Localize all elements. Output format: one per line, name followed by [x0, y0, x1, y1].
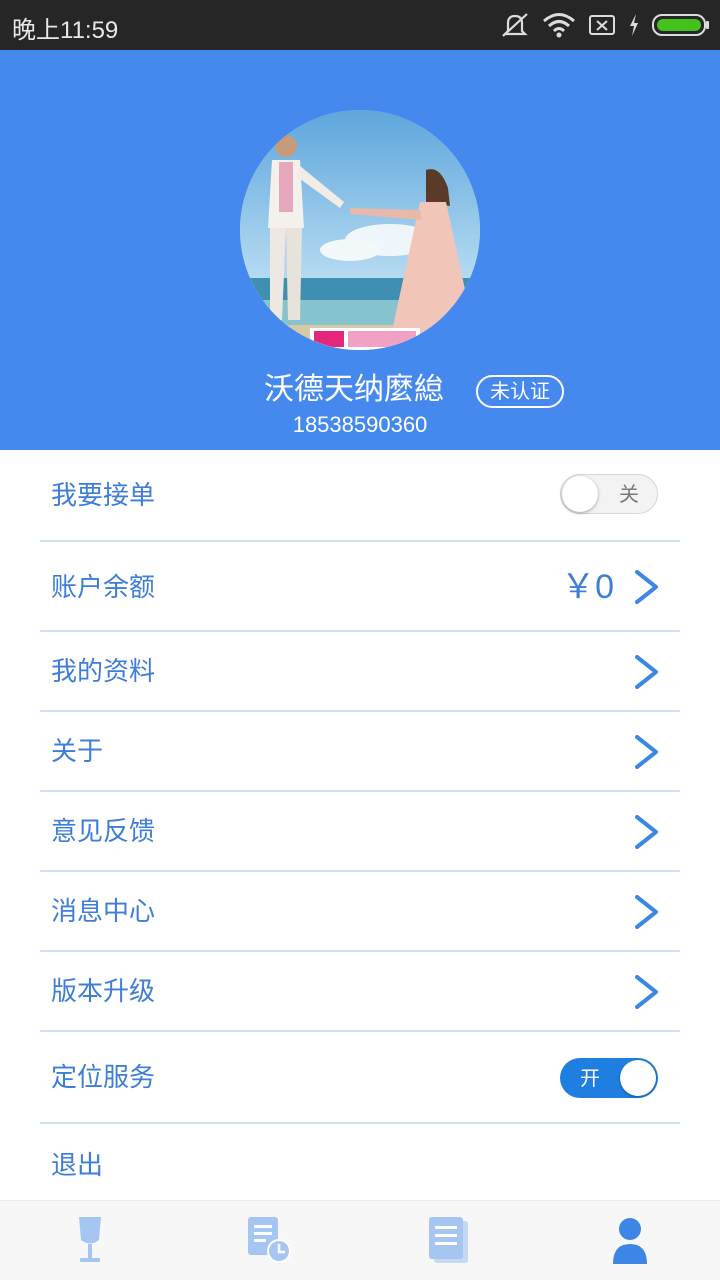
menu-item-feedback[interactable]: 意见反馈	[40, 792, 680, 872]
user-info-row: 沃德天纳麼緿 未认证	[0, 368, 720, 412]
wine-glass-icon	[79, 1217, 101, 1262]
bottom-nav	[0, 1200, 720, 1280]
verify-status-badge[interactable]: 未认证	[476, 375, 564, 408]
wedding-photo-avatar	[240, 110, 480, 350]
menu-item-logout[interactable]: 退出	[40, 1124, 680, 1200]
menu-label: 版本升级	[51, 977, 156, 1007]
status-time: 晚上11:59	[12, 17, 119, 44]
chevron-right-icon	[635, 570, 658, 604]
location-toggle[interactable]: 开	[560, 1058, 658, 1098]
menu-item-balance[interactable]: 账户余额 ￥0	[40, 542, 680, 632]
menu-item-messages[interactable]: 消息中心	[40, 872, 680, 952]
nav-tab-documents[interactable]	[360, 1201, 540, 1281]
mute-icon	[502, 13, 528, 37]
menu-label: 定位服务	[51, 1063, 156, 1093]
menu-item-location: 定位服务 开	[40, 1032, 680, 1124]
toggle-text: 关	[619, 482, 639, 506]
chevron-right-icon	[635, 815, 658, 849]
menu-item-upgrade[interactable]: 版本升级	[40, 952, 680, 1032]
sim-off-icon	[589, 15, 615, 35]
nav-tab-wine[interactable]	[0, 1201, 180, 1281]
status-bar: 晚上11:59	[0, 0, 720, 50]
menu-label: 消息中心	[51, 897, 156, 927]
nav-tab-profile[interactable]	[540, 1201, 720, 1281]
menu-label: 意见反馈	[51, 817, 156, 847]
menu-label: 我要接单	[51, 481, 156, 511]
profile-header: 沃德天纳麼緿 未认证 18538590360	[0, 50, 720, 450]
nav-tab-order-history[interactable]	[180, 1201, 360, 1281]
documents-icon	[429, 1217, 468, 1263]
avatar[interactable]	[240, 110, 480, 350]
status-icons	[500, 10, 710, 40]
toggle-knob	[562, 476, 598, 512]
settings-menu: 我要接单 关 账户余额 ￥0 我的资料 关于 意见反馈 消息中心 版本升级 定位…	[40, 450, 680, 1200]
charging-icon	[630, 14, 638, 36]
chevron-right-icon	[635, 735, 658, 769]
menu-item-about[interactable]: 关于	[40, 712, 680, 792]
toggle-knob	[620, 1060, 656, 1096]
order-history-icon	[248, 1217, 291, 1263]
chevron-right-icon	[635, 895, 658, 929]
toggle-text: 开	[580, 1066, 600, 1090]
menu-item-accept-orders: 我要接单 关	[40, 450, 680, 542]
user-name: 沃德天纳麼緿	[264, 372, 444, 407]
menu-label: 账户余额	[51, 573, 156, 603]
menu-label: 退出	[51, 1151, 104, 1181]
user-phone: 18538590360	[292, 412, 428, 437]
balance-value: ￥0	[561, 568, 614, 606]
menu-label: 关于	[51, 737, 104, 767]
chevron-right-icon	[635, 655, 658, 689]
accept-orders-toggle[interactable]: 关	[560, 474, 658, 514]
chevron-right-icon	[635, 975, 658, 1009]
battery-icon	[652, 14, 709, 36]
wifi-icon	[543, 13, 575, 38]
user-icon	[613, 1218, 647, 1264]
menu-item-my-profile[interactable]: 我的资料	[40, 632, 680, 712]
menu-label: 我的资料	[51, 657, 156, 687]
